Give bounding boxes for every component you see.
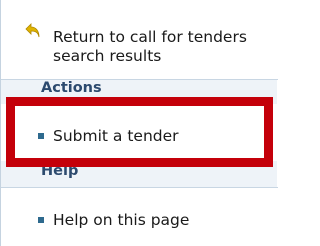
actions-list: Submit a tender [1, 104, 278, 161]
help-on-this-page-label[interactable]: Help on this page [53, 211, 189, 229]
bullet-icon [38, 133, 44, 139]
return-to-search-results-link[interactable]: Return to call for tenders search result… [53, 28, 268, 66]
bullet-icon [38, 217, 44, 223]
submit-tender-label[interactable]: Submit a tender [53, 127, 179, 145]
actions-section-header: Actions [41, 80, 102, 96]
help-section-header: Help [41, 163, 79, 179]
help-list: Help on this page [1, 187, 278, 246]
return-arrow-icon[interactable] [24, 22, 44, 42]
help-on-this-page-link[interactable]: Help on this page [38, 211, 189, 229]
submit-tender-link[interactable]: Submit a tender [38, 127, 179, 145]
sidebar-panel: Return to call for tenders search result… [0, 0, 278, 246]
return-block: Return to call for tenders search result… [1, 0, 278, 80]
